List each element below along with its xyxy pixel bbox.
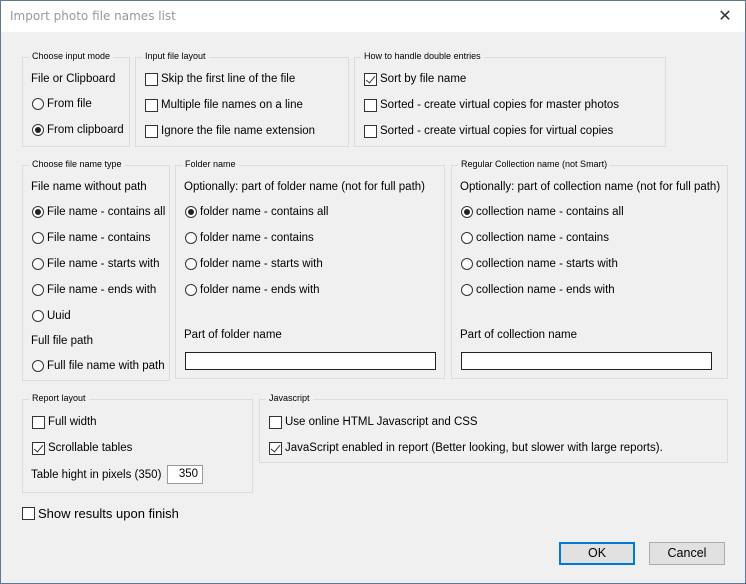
file-name-type-legend: Choose file name type (29, 159, 125, 169)
radio-folder-starts-with[interactable]: folder name - starts with (185, 256, 323, 272)
input-mode-label: File or Clipboard (31, 73, 116, 85)
folder-name-group: Folder name Optionally: part of folder n… (175, 159, 445, 379)
cancel-button[interactable]: Cancel (649, 542, 725, 565)
report-layout-legend: Report layout (29, 393, 89, 403)
checkbox-icon (269, 441, 282, 455)
double-entries-group: How to handle double entries Sort by fil… (354, 51, 666, 147)
radio-ends-with[interactable]: File name - ends with (32, 282, 156, 298)
import-dialog: Import photo file names list ✕ Choose in… (0, 0, 746, 584)
input-mode-group: Choose input mode File or Clipboard From… (22, 51, 130, 147)
collection-name-legend: Regular Collection name (not Smart) (458, 159, 611, 169)
collection-hint: Optionally: part of collection name (not… (460, 181, 721, 193)
radio-icon (32, 124, 44, 136)
check-online-html[interactable]: Use online HTML Javascript and CSS (269, 414, 478, 430)
radio-icon (185, 232, 197, 244)
check-multiple-names[interactable]: Multiple file names on a line (145, 97, 303, 113)
checkbox-icon (364, 72, 377, 86)
checkbox-icon (32, 441, 45, 455)
check-scrollable-tables[interactable]: Scrollable tables (32, 440, 132, 456)
radio-icon (32, 232, 44, 244)
double-entries-legend: How to handle double entries (361, 51, 484, 61)
window-title: Import photo file names list (10, 9, 176, 23)
title-bar: Import photo file names list ✕ (1, 1, 745, 32)
checkbox-icon (145, 98, 158, 112)
radio-folder-ends-with[interactable]: folder name - ends with (185, 282, 320, 298)
radio-contains[interactable]: File name - contains (32, 230, 151, 246)
check-show-results[interactable]: Show results upon finish (22, 505, 179, 521)
radio-from-clipboard[interactable]: From clipboard (32, 122, 124, 138)
check-vc-master[interactable]: Sorted - create virtual copies for maste… (364, 97, 619, 113)
radio-collection-contains-all[interactable]: collection name - contains all (461, 204, 624, 220)
full-path-label: Full file path (31, 335, 94, 347)
radio-collection-starts-with[interactable]: collection name - starts with (461, 256, 618, 272)
close-icon[interactable]: ✕ (715, 6, 735, 26)
table-height-label: Table hight in pixels (350) (31, 469, 162, 481)
check-vc-virtual[interactable]: Sorted - create virtual copies for virtu… (364, 123, 613, 139)
input-layout-group: Input file layout Skip the first line of… (135, 51, 349, 147)
radio-from-file[interactable]: From file (32, 96, 92, 112)
radio-icon (185, 284, 197, 296)
radio-icon (461, 258, 473, 270)
collection-name-group: Regular Collection name (not Smart) Opti… (451, 159, 728, 379)
report-layout-group: Report layout Full width Scrollable tabl… (22, 393, 253, 493)
radio-collection-contains[interactable]: collection name - contains (461, 230, 609, 246)
radio-icon (461, 232, 473, 244)
radio-icon (32, 310, 44, 322)
folder-field-label: Part of folder name (184, 329, 282, 341)
check-full-width[interactable]: Full width (32, 414, 97, 430)
checkbox-icon (364, 124, 377, 138)
checkbox-icon (364, 98, 377, 112)
radio-icon (461, 284, 473, 296)
file-name-type-group: Choose file name type File name without … (22, 159, 170, 381)
radio-uuid[interactable]: Uuid (32, 308, 71, 324)
javascript-legend: Javascript (266, 393, 313, 403)
folder-name-legend: Folder name (182, 159, 239, 169)
radio-collection-ends-with[interactable]: collection name - ends with (461, 282, 615, 298)
checkbox-icon (145, 124, 158, 138)
radio-contains-all[interactable]: File name - contains all (32, 204, 165, 220)
collection-name-input[interactable] (461, 352, 712, 370)
without-path-label: File name without path (31, 181, 147, 193)
collection-field-label: Part of collection name (460, 329, 577, 341)
radio-icon (32, 360, 44, 372)
checkbox-icon (145, 72, 158, 86)
check-js-enabled[interactable]: JavaScript enabled in report (Better loo… (269, 440, 663, 456)
checkbox-icon (269, 415, 282, 429)
folder-name-input[interactable] (185, 352, 436, 370)
folder-hint: Optionally: part of folder name (not for… (184, 181, 425, 193)
radio-folder-contains-all[interactable]: folder name - contains all (185, 204, 328, 220)
radio-folder-contains[interactable]: folder name - contains (185, 230, 314, 246)
check-skip-first-line[interactable]: Skip the first line of the file (145, 71, 295, 87)
radio-icon (32, 206, 44, 218)
radio-icon (185, 258, 197, 270)
input-layout-legend: Input file layout (142, 51, 209, 61)
table-height-input[interactable]: 350 (167, 465, 203, 484)
checkbox-icon (32, 415, 45, 429)
javascript-group: Javascript Use online HTML Javascript an… (259, 393, 728, 463)
input-mode-legend: Choose input mode (29, 51, 114, 61)
check-ignore-extension[interactable]: Ignore the file name extension (145, 123, 315, 139)
radio-icon (185, 206, 197, 218)
radio-icon (32, 258, 44, 270)
radio-icon (461, 206, 473, 218)
ok-button[interactable]: OK (559, 542, 635, 565)
checkbox-icon (22, 506, 35, 520)
check-sort-by-file-name[interactable]: Sort by file name (364, 71, 466, 87)
radio-starts-with[interactable]: File name - starts with (32, 256, 159, 272)
radio-icon (32, 98, 44, 110)
radio-icon (32, 284, 44, 296)
radio-full-path[interactable]: Full file name with path (32, 358, 165, 374)
